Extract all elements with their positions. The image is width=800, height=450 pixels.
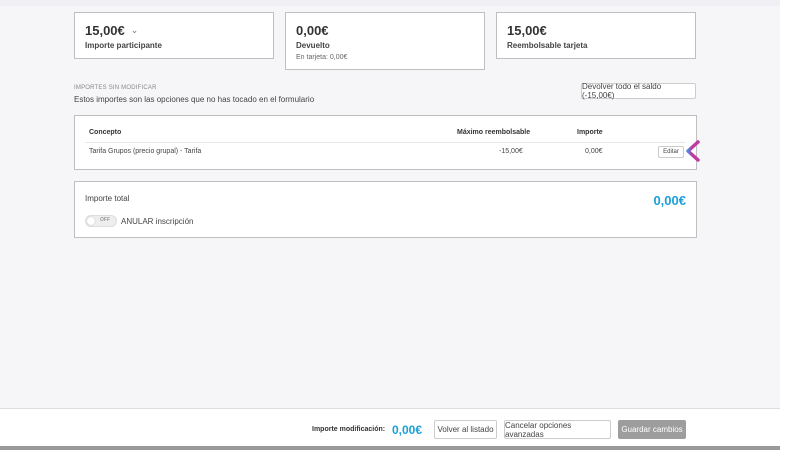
returned-card-detail: En tarjeta: 0,00€: [296, 54, 348, 61]
cancel-advanced-options-button[interactable]: Cancelar opciones avanzadas: [504, 420, 611, 439]
section-description: Estos importes son las opciones que no h…: [74, 95, 315, 104]
participant-amount-label: Importe participante: [85, 41, 162, 50]
save-changes-button[interactable]: Guardar cambios: [618, 420, 686, 439]
footer-bar: Importe modificación: 0,00€ Volver al li…: [0, 408, 780, 446]
returned-value: 0,00€: [296, 23, 329, 38]
footer-bottom-border: [0, 446, 780, 450]
arrow-left-icon: [686, 140, 728, 162]
cancel-registration-label: ANULAR inscripción: [121, 217, 194, 226]
participant-amount-value: 15,00€: [85, 23, 125, 38]
cancel-registration-toggle[interactable]: OFF: [85, 215, 117, 227]
total-card: Importe total 0,00€ OFF ANULAR inscripci…: [74, 181, 697, 238]
refundable-label: Reembolsable tarjeta: [507, 41, 588, 50]
row-divider: [85, 142, 686, 143]
header-amount: Importe: [577, 129, 603, 136]
row-amount: 0,00€: [585, 148, 603, 155]
card-participant-amount: 15,00€ ⌄ Importe participante: [74, 12, 274, 59]
back-to-list-button[interactable]: Volver al listado: [434, 420, 497, 439]
section-title: IMPORTES SIN MODIFICAR: [74, 85, 157, 91]
card-returned: 0,00€ Devuelto En tarjeta: 0,00€: [285, 12, 485, 70]
returned-label: Devuelto: [296, 41, 330, 50]
refund-all-button[interactable]: Devolver todo el saldo (-15,00€): [581, 82, 696, 100]
app-window: 15,00€ ⌄ Importe participante 0,00€ Devu…: [0, 0, 780, 450]
amounts-table: Concepto Máximo reembolsable Importe Tar…: [74, 115, 697, 170]
edit-button[interactable]: Editar: [658, 146, 684, 158]
header-concept: Concepto: [89, 129, 122, 136]
card-refundable: 15,00€ Reembolsable tarjeta: [496, 12, 696, 59]
total-label: Importe total: [85, 194, 130, 203]
chevron-down-icon[interactable]: ⌄: [131, 25, 139, 36]
header-max-refundable: Máximo reembolsable: [457, 129, 531, 136]
row-concept: Tarifa Grupos (precio grupal) - Tarifa: [89, 148, 202, 155]
toggle-state: OFF: [100, 217, 110, 223]
toggle-knob: [87, 217, 95, 225]
refundable-value: 15,00€: [507, 23, 547, 38]
total-value: 0,00€: [653, 193, 686, 208]
modification-amount-label: Importe modificación:: [312, 426, 386, 433]
right-margin: [780, 0, 800, 450]
top-bar: [0, 0, 780, 6]
row-max-refundable: -15,00€: [499, 148, 523, 155]
modification-amount-value: 0,00€: [392, 423, 423, 437]
